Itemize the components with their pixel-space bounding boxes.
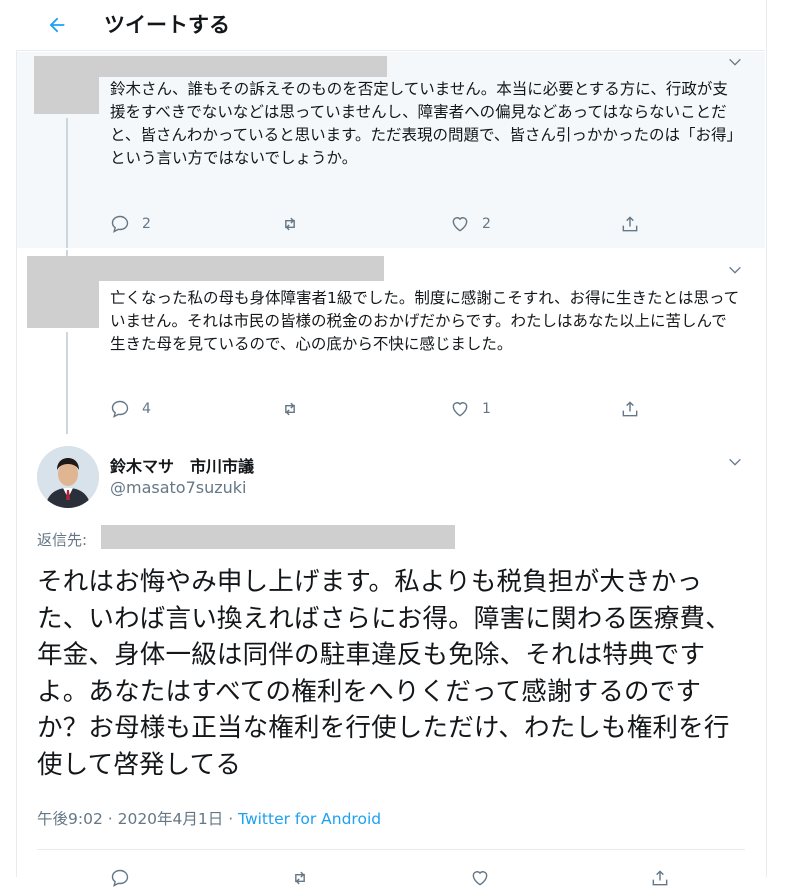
page-title: ツイートする: [104, 13, 230, 37]
divider: [37, 849, 745, 850]
retweet-button[interactable]: [280, 397, 300, 421]
share-button[interactable]: [650, 866, 670, 890]
tweet-time[interactable]: 午後9:02: [37, 810, 103, 828]
share-icon: [622, 216, 638, 232]
reply-to-label: 返信先:: [37, 531, 88, 549]
like-button[interactable]: 1: [450, 397, 491, 421]
like-count: 2: [482, 216, 491, 232]
heart-icon: [472, 871, 488, 886]
reply-button[interactable]: 4: [110, 397, 151, 421]
thread-line: [66, 332, 68, 434]
heart-icon: [452, 402, 468, 417]
reply-tweet[interactable]: 亡くなった私の母も身体障害者1級でした。制度に感謝こそすれ、お得に生きたとは思っ…: [17, 250, 765, 434]
like-button[interactable]: [470, 866, 490, 890]
thread-line: [66, 118, 68, 248]
chevron-down-icon[interactable]: [727, 454, 743, 470]
tweet-meta: 午後9:02 · 2020年4月1日 · Twitter for Android: [37, 807, 381, 829]
tweet-text: それはお悔やみ申し上げます。私よりも税負担が大きかった、いわば言い換えればさらに…: [37, 567, 731, 780]
back-arrow-icon: [49, 17, 65, 33]
reply-button[interactable]: [110, 866, 130, 890]
like-button[interactable]: 2: [450, 212, 491, 236]
meta-separator: ·: [223, 810, 239, 828]
main-tweet: 鈴木マサ 市川市議 @masato7suzuki 返信先: それはお悔やみ申し上…: [17, 436, 765, 887]
retweet-button[interactable]: [280, 212, 300, 236]
retweet-icon: [285, 402, 295, 416]
reply-text: 亡くなった私の母も身体障害者1級でした。制度に感謝こそすれ、お得に生きたとは思っ…: [110, 289, 740, 353]
back-button[interactable]: [42, 10, 72, 40]
redacted-avatar: [27, 256, 99, 328]
reply-icon: [111, 400, 129, 418]
tweet-actions: [110, 866, 670, 890]
retweet-icon: [285, 217, 295, 231]
reply-count: 2: [142, 216, 151, 232]
redacted-username: [99, 256, 384, 281]
author-avatar[interactable]: [37, 446, 99, 508]
author-name[interactable]: 鈴木マサ 市川市議: [110, 453, 254, 477]
tweet-date[interactable]: 2020年4月1日: [118, 810, 224, 828]
reply-icon: [111, 869, 129, 887]
redacted-reply-to-handle: [101, 525, 455, 549]
avatar-photo: [37, 446, 99, 508]
chevron-down-icon[interactable]: [727, 262, 743, 278]
chevron-down-icon[interactable]: [727, 54, 743, 70]
redacted-username: [99, 56, 387, 77]
share-icon: [622, 401, 638, 417]
reply-text: 鈴木さん、誰もその訴えそのものを否定していません。本当に必要とする方に、行政が支…: [110, 80, 735, 167]
reply-count: 4: [142, 401, 151, 417]
tweet-actions: 2 2: [110, 212, 670, 236]
retweet-button[interactable]: [290, 866, 310, 890]
tweet-actions: 4 1: [110, 397, 670, 421]
share-button[interactable]: [620, 397, 640, 421]
retweet-icon: [295, 871, 305, 885]
author-handle[interactable]: @masato7suzuki: [110, 478, 247, 497]
reply-tweet[interactable]: 鈴木さん、誰もその訴えそのものを否定していません。本当に必要とする方に、行政が支…: [17, 52, 765, 248]
page-header: ツイートする: [16, 0, 765, 51]
share-icon: [652, 870, 668, 886]
redacted-avatar: [34, 56, 99, 114]
reply-button[interactable]: 2: [110, 212, 151, 236]
tweet-source-link[interactable]: Twitter for Android: [238, 810, 381, 828]
like-count: 1: [482, 401, 491, 417]
share-button[interactable]: [620, 212, 640, 236]
reply-icon: [111, 215, 129, 233]
meta-separator: ·: [102, 810, 118, 828]
heart-icon: [452, 217, 468, 232]
